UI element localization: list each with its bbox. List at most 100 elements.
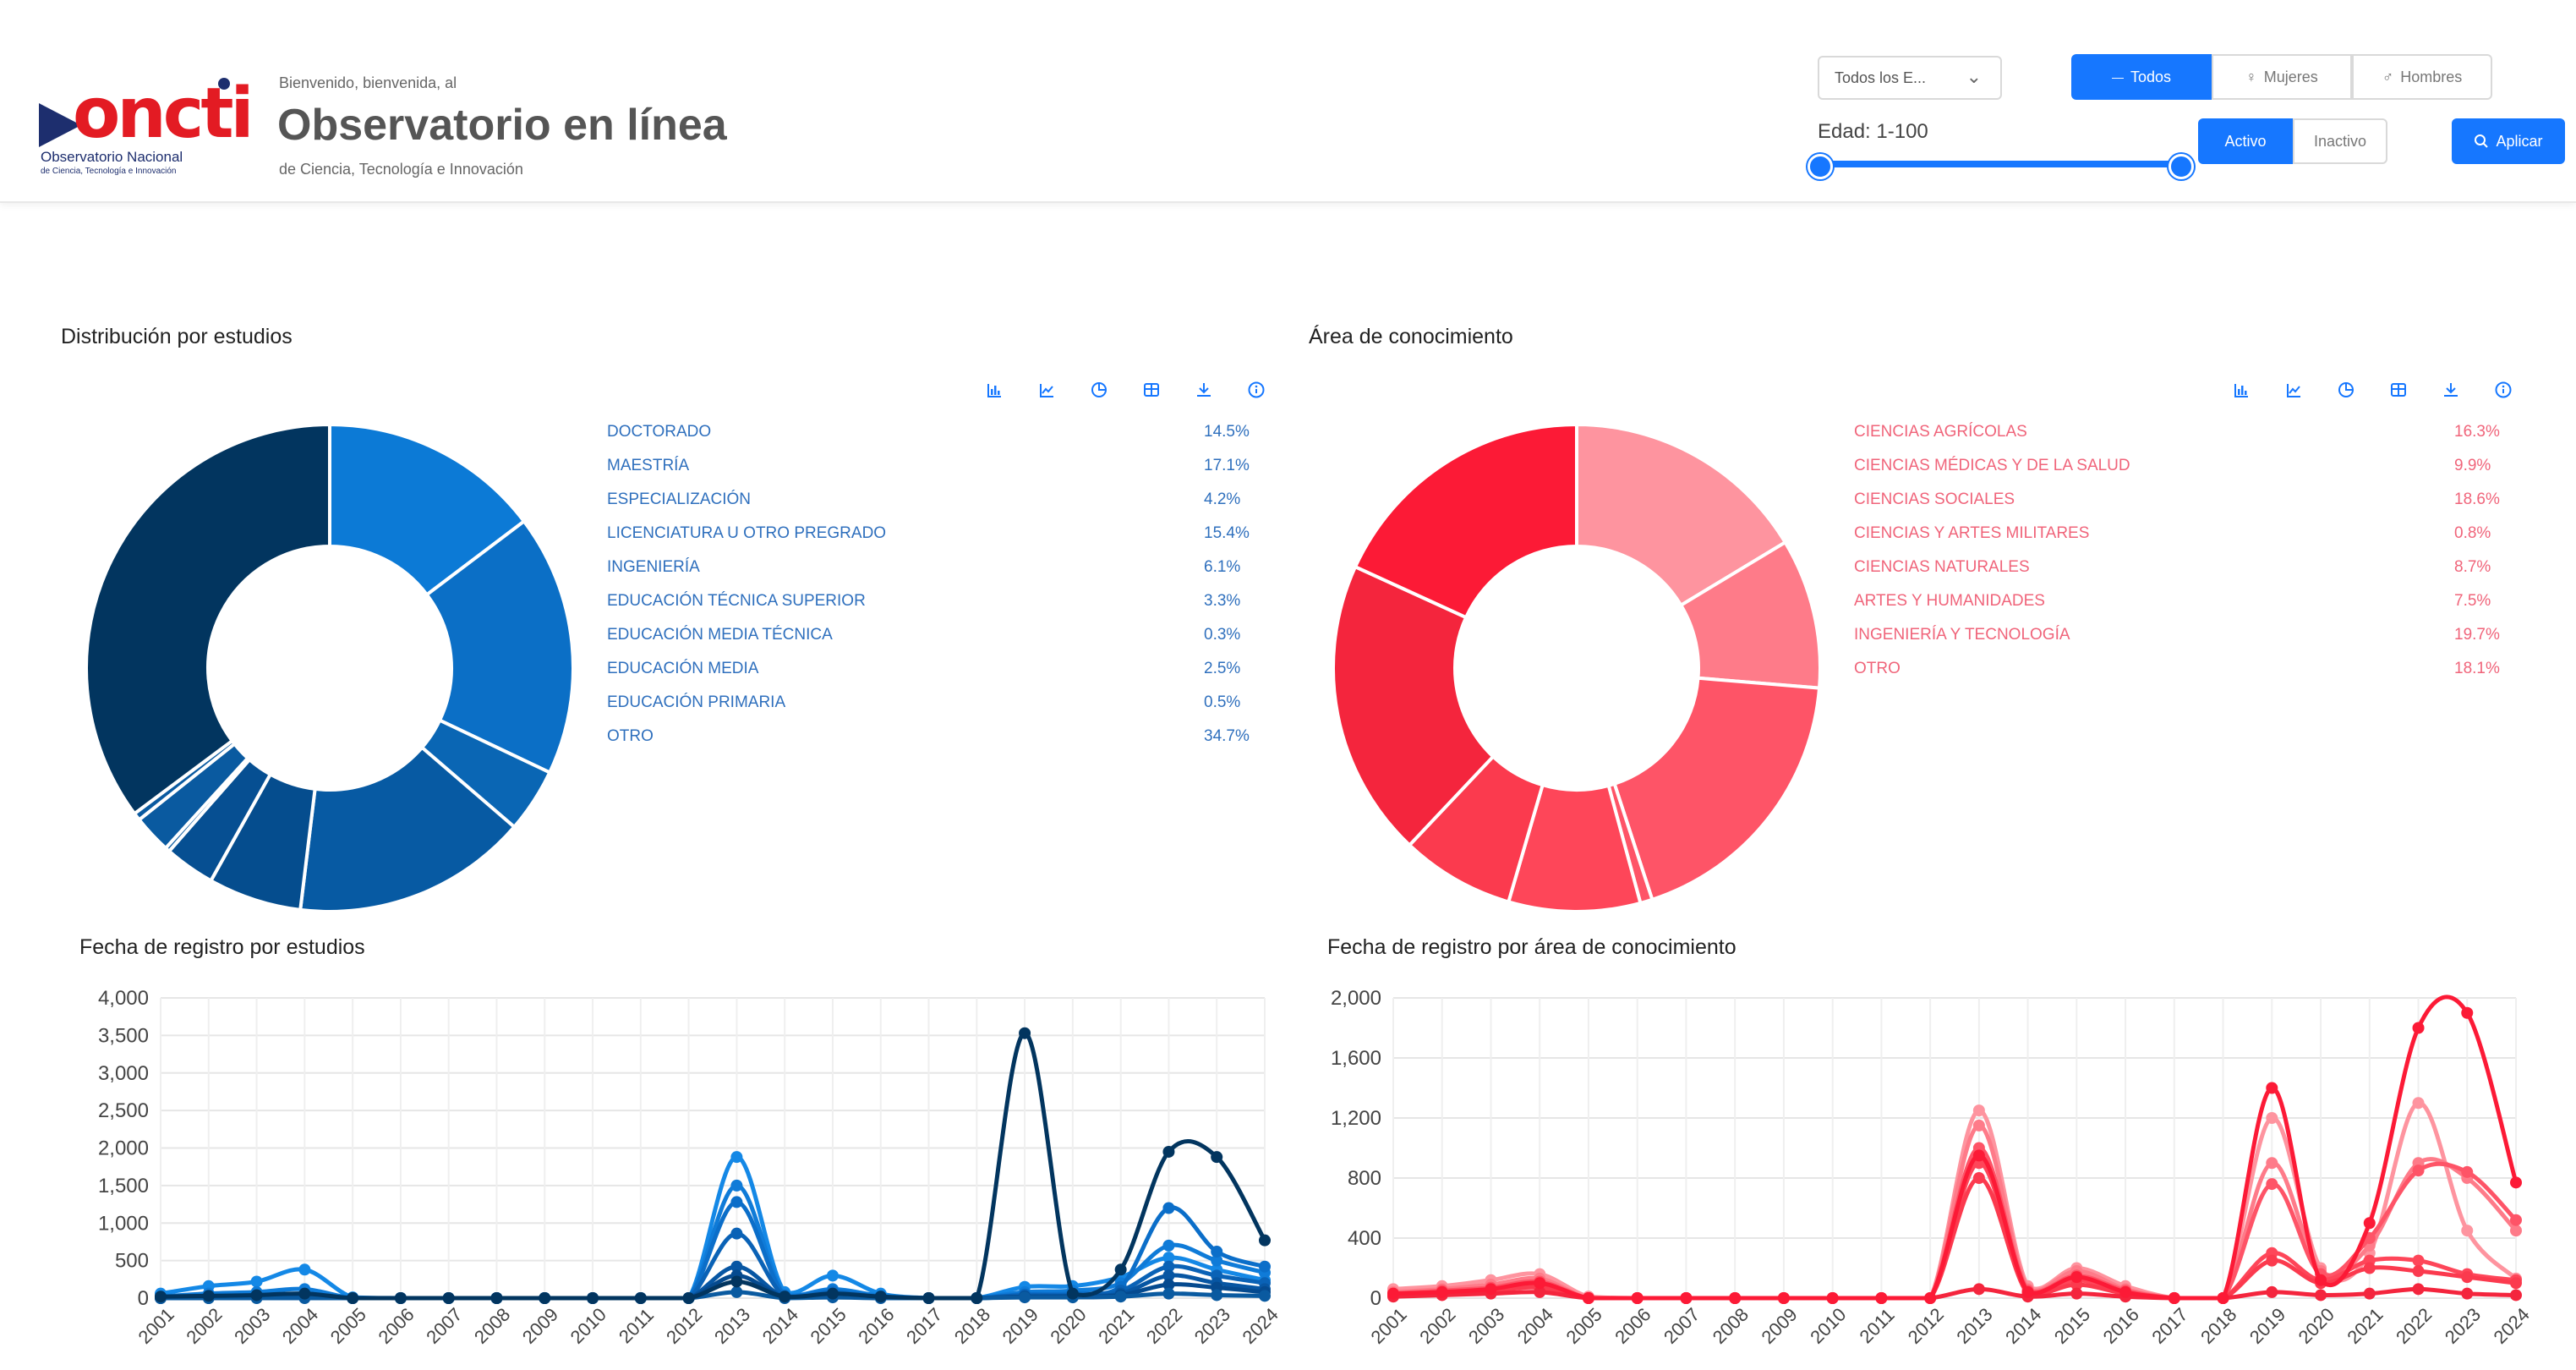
gender-todos-button[interactable]: — Todos <box>2071 54 2212 100</box>
data-point[interactable] <box>2510 1277 2522 1290</box>
data-point[interactable] <box>2070 1287 2083 1300</box>
data-point[interactable] <box>1631 1292 1643 1304</box>
data-point[interactable] <box>539 1292 551 1304</box>
data-point[interactable] <box>202 1290 215 1302</box>
data-point[interactable] <box>1777 1292 1790 1304</box>
data-point[interactable] <box>2461 1165 2474 1178</box>
donut-slice[interactable] <box>1612 676 1822 902</box>
data-point[interactable] <box>1972 1149 1985 1162</box>
data-point[interactable] <box>587 1292 599 1304</box>
data-point[interactable] <box>2510 1176 2522 1189</box>
data-point[interactable] <box>1436 1285 1448 1298</box>
legend-item[interactable]: CIENCIAS AGRÍCOLAS 16.3% <box>1854 423 2522 457</box>
data-point[interactable] <box>2412 1022 2425 1034</box>
gender-hombres-button[interactable]: ♂ Hombres <box>2352 54 2492 100</box>
legend-item[interactable]: INGENIERÍA 6.1% <box>607 558 1258 592</box>
data-point[interactable] <box>250 1289 263 1302</box>
data-point[interactable] <box>1680 1292 1693 1304</box>
legend-item[interactable]: ESPECIALIZACIÓN 4.2% <box>607 490 1258 524</box>
data-point[interactable] <box>1211 1245 1223 1258</box>
table-icon[interactable] <box>1142 381 1161 399</box>
data-point[interactable] <box>730 1196 743 1208</box>
data-point[interactable] <box>1924 1292 1937 1304</box>
status-inactivo-button[interactable]: Inactivo <box>2293 118 2387 164</box>
legend-item[interactable]: CIENCIAS SOCIALES 18.6% <box>1854 490 2522 524</box>
data-point[interactable] <box>1972 1104 1985 1117</box>
donut-slice[interactable] <box>85 423 331 816</box>
download-icon[interactable] <box>1195 381 1213 399</box>
data-point[interactable] <box>2070 1271 2083 1284</box>
data-point[interactable] <box>1972 1172 1985 1184</box>
data-point[interactable] <box>2412 1283 2425 1296</box>
data-point[interactable] <box>2510 1225 2522 1237</box>
data-point[interactable] <box>2119 1285 2132 1298</box>
data-point[interactable] <box>1485 1283 1497 1296</box>
data-point[interactable] <box>155 1291 167 1303</box>
data-point[interactable] <box>1019 1291 1031 1304</box>
data-point[interactable] <box>1875 1292 1888 1304</box>
data-point[interactable] <box>1162 1202 1175 1214</box>
data-point[interactable] <box>971 1292 983 1304</box>
data-point[interactable] <box>2363 1262 2376 1274</box>
data-point[interactable] <box>1387 1287 1399 1300</box>
line-chart-icon[interactable] <box>1037 381 1056 399</box>
data-point[interactable] <box>2461 1225 2474 1237</box>
legend-item[interactable]: INGENIERÍA Y TECNOLOGÍA 19.7% <box>1854 626 2522 660</box>
legend-item[interactable]: EDUCACIÓN PRIMARIA 0.5% <box>607 693 1258 727</box>
edad-slider-max-handle[interactable] <box>2169 154 2194 179</box>
data-point[interactable] <box>730 1275 743 1288</box>
legend-item[interactable]: EDUCACIÓN MEDIA TÉCNICA 0.3% <box>607 626 1258 660</box>
data-point[interactable] <box>2266 1285 2278 1298</box>
table-icon[interactable] <box>2389 381 2408 399</box>
status-activo-button[interactable]: Activo <box>2198 118 2293 164</box>
data-point[interactable] <box>442 1292 455 1304</box>
data-point[interactable] <box>2363 1217 2376 1230</box>
data-point[interactable] <box>874 1291 887 1303</box>
data-point[interactable] <box>779 1291 791 1303</box>
data-point[interactable] <box>2266 1082 2278 1094</box>
legend-item[interactable]: LICENCIATURA U OTRO PREGRADO 15.4% <box>607 524 1258 558</box>
data-point[interactable] <box>2315 1289 2327 1302</box>
series-line[interactable] <box>1392 995 2519 1301</box>
data-point[interactable] <box>2510 1289 2522 1302</box>
data-point[interactable] <box>730 1227 743 1240</box>
download-icon[interactable] <box>2442 381 2460 399</box>
data-point[interactable] <box>682 1292 695 1304</box>
data-point[interactable] <box>490 1292 503 1304</box>
legend-item[interactable]: DOCTORADO 14.5% <box>607 423 1258 457</box>
data-point[interactable] <box>1259 1260 1271 1273</box>
data-point[interactable] <box>634 1292 647 1304</box>
data-point[interactable] <box>2217 1292 2229 1304</box>
legend-item[interactable]: CIENCIAS MÉDICAS Y DE LA SALUD 9.9% <box>1854 457 2522 490</box>
bar-chart-icon[interactable] <box>985 381 1004 399</box>
legend-item[interactable]: EDUCACIÓN MEDIA 2.5% <box>607 660 1258 693</box>
data-point[interactable] <box>1162 1145 1175 1158</box>
data-point[interactable] <box>1534 1277 1546 1290</box>
line-chart-icon[interactable] <box>2284 381 2303 399</box>
info-icon[interactable] <box>2494 381 2513 399</box>
legend-item[interactable]: MAESTRÍA 17.1% <box>607 457 1258 490</box>
data-point[interactable] <box>2021 1285 2034 1298</box>
bar-chart-icon[interactable] <box>2232 381 2251 399</box>
data-point[interactable] <box>2461 1287 2474 1300</box>
data-point[interactable] <box>2412 1265 2425 1278</box>
data-point[interactable] <box>298 1287 311 1300</box>
data-point[interactable] <box>1114 1291 1127 1303</box>
data-point[interactable] <box>1259 1290 1271 1302</box>
data-point[interactable] <box>1582 1292 1594 1304</box>
data-point[interactable] <box>298 1263 311 1276</box>
data-point[interactable] <box>1211 1289 1223 1302</box>
data-point[interactable] <box>347 1292 359 1304</box>
data-point[interactable] <box>2412 1097 2425 1110</box>
edad-slider-track[interactable] <box>1818 161 2179 167</box>
data-point[interactable] <box>2168 1292 2180 1304</box>
data-point[interactable] <box>826 1269 839 1282</box>
data-point[interactable] <box>2461 1006 2474 1019</box>
data-point[interactable] <box>2266 1178 2278 1191</box>
series-line[interactable] <box>160 1154 1266 1301</box>
aplicar-button[interactable]: Aplicar <box>2452 118 2565 164</box>
edad-slider-min-handle[interactable] <box>1808 154 1833 179</box>
data-point[interactable] <box>2412 1254 2425 1267</box>
data-point[interactable] <box>394 1292 407 1304</box>
oncti-logo[interactable]: oncti Observatorio Nacional de Ciencia, … <box>39 78 254 188</box>
